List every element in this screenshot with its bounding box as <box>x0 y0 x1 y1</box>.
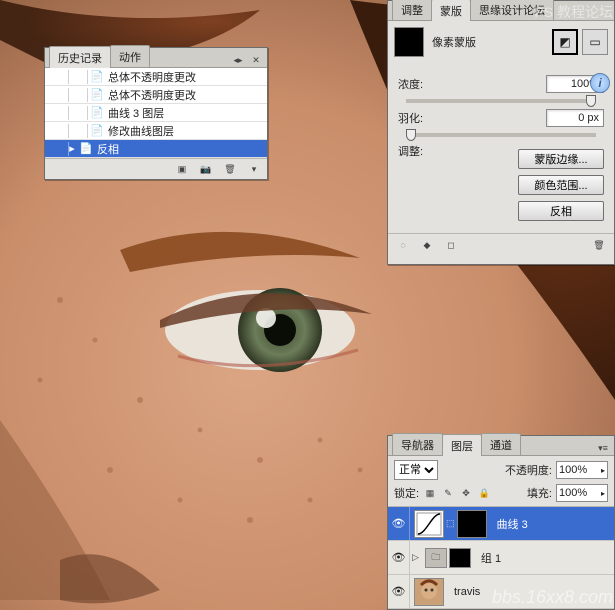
history-row[interactable]: 📄 总体不透明度更改 <box>45 86 267 104</box>
trash-icon[interactable]: 🗑 <box>592 238 606 252</box>
expand-toggle[interactable]: ▷ <box>410 552 421 563</box>
layer-thumbnail[interactable] <box>414 578 444 606</box>
history-row[interactable]: 📄 总体不透明度更改 <box>45 68 267 86</box>
disable-mask-icon[interactable]: ◻ <box>444 238 458 252</box>
fill-input[interactable]: 100%▸ <box>556 484 608 502</box>
folder-icon: 🗀 <box>425 548 447 568</box>
page-icon: 📄 <box>90 106 104 120</box>
lock-transparent-icon[interactable]: ▦ <box>423 486 437 500</box>
visibility-toggle[interactable]: 👁 <box>388 575 410 608</box>
tab-actions[interactable]: 动作 <box>110 45 150 67</box>
link-icon[interactable]: ⬚ <box>446 518 455 529</box>
tab-navigator[interactable]: 导航器 <box>392 433 443 455</box>
layers-tabs: 导航器 图层 通道 ▾≡ <box>388 436 614 456</box>
layer-row[interactable]: 👁 ⬚ 曲线 3 <box>388 507 614 541</box>
layer-name[interactable]: travis <box>448 586 614 598</box>
mask-footer: ◌ ◆ ◻ 🗑 <box>388 233 614 256</box>
history-row[interactable]: ▸ 📄 反相 <box>45 140 267 158</box>
visibility-toggle[interactable]: 👁 <box>388 507 410 540</box>
history-tabs: 历史记录 动作 ◂▸ ✕ <box>45 48 267 68</box>
layer-name[interactable]: 组 1 <box>475 550 614 566</box>
density-label: 浓度: <box>398 76 446 92</box>
layer-mask-thumbnail[interactable] <box>457 510 487 538</box>
close-icon[interactable]: ✕ <box>249 53 263 67</box>
page-icon: 📄 <box>79 142 93 156</box>
lock-pixels-icon[interactable]: ✎ <box>441 486 455 500</box>
layer-row[interactable]: 👁 travis <box>388 575 614 609</box>
history-label: 总体不透明度更改 <box>108 87 196 103</box>
snapshot-icon[interactable]: 📷 <box>199 162 213 176</box>
tab-adjustments[interactable]: 调整 <box>392 0 432 20</box>
feather-slider[interactable] <box>406 133 596 137</box>
layers-panel: 导航器 图层 通道 ▾≡ 正常 不透明度: 100%▸ 锁定: ▦ ✎ ✥ 🔒 … <box>387 435 615 610</box>
history-label: 曲线 3 图层 <box>108 105 164 121</box>
load-selection-icon[interactable]: ◌ <box>396 238 410 252</box>
lock-all-icon[interactable]: 🔒 <box>477 486 491 500</box>
history-pointer-icon: ▸ <box>67 144 77 154</box>
mask-header: 像素蒙版 ◩ ▭ <box>388 21 614 63</box>
adjust-label: 调整: <box>398 143 446 159</box>
fill-label: 填充: <box>527 485 552 501</box>
mask-thumbnail[interactable] <box>394 27 424 57</box>
trash-icon[interactable]: 🗑 <box>223 162 237 176</box>
mask-panel: 调整 蒙版 思缘设计论坛 像素蒙版 ◩ ▭ i 浓度: 100% 羽化: 0 p… <box>387 0 615 265</box>
mask-tabs: 调整 蒙版 思缘设计论坛 <box>388 1 614 21</box>
history-list: 📄 总体不透明度更改 📄 总体不透明度更改 📄 曲线 3 图层 📄 修改曲线图层… <box>45 68 267 158</box>
layer-mask-thumbnail[interactable] <box>449 548 471 568</box>
page-icon: 📄 <box>90 124 104 138</box>
mask-edge-button[interactable]: 蒙版边缘... <box>518 149 604 169</box>
curves-thumbnail[interactable] <box>414 510 444 538</box>
history-label: 修改曲线图层 <box>108 123 174 139</box>
layer-name[interactable]: 曲线 3 <box>491 516 614 532</box>
tab-history[interactable]: 历史记录 <box>49 46 111 68</box>
lock-label: 锁定: <box>394 485 419 501</box>
panel-menu-icon[interactable]: ▾ <box>247 162 261 176</box>
mask-type-label: 像素蒙版 <box>432 34 476 50</box>
info-icon[interactable]: i <box>590 73 610 93</box>
tab-channels[interactable]: 通道 <box>481 433 521 455</box>
lock-position-icon[interactable]: ✥ <box>459 486 473 500</box>
history-row[interactable]: 📄 曲线 3 图层 <box>45 104 267 122</box>
density-slider[interactable] <box>406 99 596 103</box>
history-label: 反相 <box>97 141 119 157</box>
tab-forum[interactable]: 思缘设计论坛 <box>470 0 554 20</box>
history-panel: 历史记录 动作 ◂▸ ✕ 📄 总体不透明度更改 📄 总体不透明度更改 📄 曲线 … <box>44 47 268 180</box>
collapse-icon[interactable]: ◂▸ <box>231 53 245 67</box>
page-icon: 📄 <box>90 88 104 102</box>
tab-masks[interactable]: 蒙版 <box>431 0 471 21</box>
vector-mask-button[interactable]: ▭ <box>582 29 608 55</box>
layers-list: 👁 ⬚ 曲线 3 👁 ▷ 🗀 组 1 👁 <box>388 507 614 609</box>
color-range-button[interactable]: 颜色范围... <box>518 175 604 195</box>
opacity-input[interactable]: 100%▸ <box>556 461 608 479</box>
apply-mask-icon[interactable]: ◆ <box>420 238 434 252</box>
blend-mode-select[interactable]: 正常 <box>394 460 438 480</box>
history-footer: ▣ 📷 🗑 ▾ <box>45 158 267 179</box>
panel-menu-icon[interactable]: ▾≡ <box>596 441 610 455</box>
page-icon: 📄 <box>90 70 104 84</box>
opacity-label: 不透明度: <box>505 462 552 478</box>
history-label: 总体不透明度更改 <box>108 69 196 85</box>
tab-layers[interactable]: 图层 <box>442 434 482 456</box>
invert-button[interactable]: 反相 <box>518 201 604 221</box>
visibility-toggle[interactable]: 👁 <box>388 541 410 574</box>
new-doc-from-state-icon[interactable]: ▣ <box>175 162 189 176</box>
pixel-mask-button[interactable]: ◩ <box>552 29 578 55</box>
feather-label: 羽化: <box>398 110 446 126</box>
history-row[interactable]: 📄 修改曲线图层 <box>45 122 267 140</box>
feather-input[interactable]: 0 px <box>546 109 604 127</box>
layer-row[interactable]: 👁 ▷ 🗀 组 1 <box>388 541 614 575</box>
